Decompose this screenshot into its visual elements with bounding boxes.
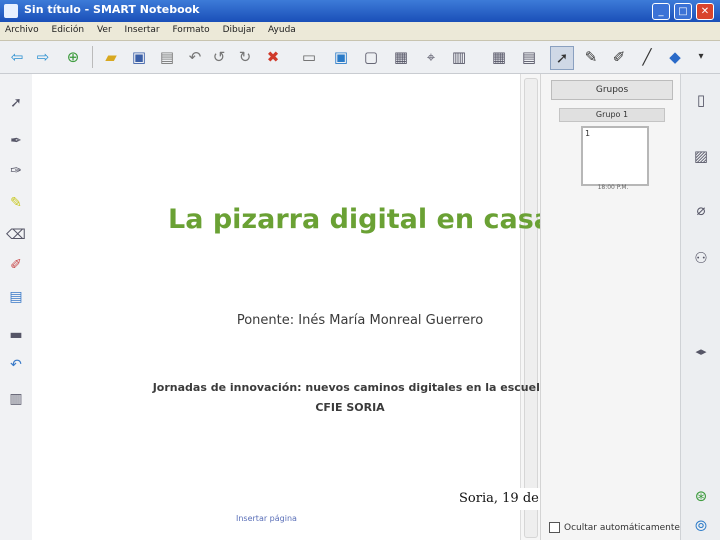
back-arrow-icon[interactable]: ⇦ bbox=[6, 46, 28, 68]
whiteboard-canvas[interactable] bbox=[32, 74, 520, 540]
pen-select-icon[interactable]: ➚ bbox=[550, 46, 574, 70]
scrollbar-thumb[interactable] bbox=[524, 78, 538, 538]
undo-tool-icon[interactable]: ↶ bbox=[5, 354, 27, 376]
monitor-icon[interactable]: ▢ bbox=[360, 46, 382, 68]
forward-arrow-icon[interactable]: ⇨ bbox=[32, 46, 54, 68]
toolbar-separator bbox=[92, 46, 93, 68]
side-tabs: ▯ ▨ ⌀ ⚇ ◂▸ ⊛ ⦾ bbox=[680, 74, 720, 540]
window-title: Sin título - SMART Notebook bbox=[24, 3, 200, 16]
event-line-1: Jornadas de innovación: nuevos caminos d… bbox=[152, 381, 548, 394]
menu-insertar[interactable]: Insertar bbox=[120, 22, 165, 38]
pen-tool-icon[interactable]: ✒ bbox=[5, 130, 27, 152]
menu-dibujar[interactable]: Dibujar bbox=[218, 22, 261, 38]
display-icon[interactable]: ▣ bbox=[330, 46, 352, 68]
app-icon bbox=[4, 4, 18, 18]
floating-tools-bar: ➚ ✒ ✑ ✎ ⌫ ✐ ▤ ▬ ↶ ▥ bbox=[0, 74, 33, 540]
eraser-icon[interactable]: ⌫ bbox=[5, 224, 27, 246]
paste-icon[interactable]: ▤ bbox=[156, 46, 178, 68]
autohide-checkbox[interactable] bbox=[549, 522, 560, 533]
page-sorter-panel: Grupos Grupo 1 1 18:00 P.M. Ocultar auto… bbox=[540, 74, 681, 540]
magic-pen-icon[interactable]: ✐ bbox=[5, 254, 27, 276]
menu-ayuda[interactable]: Ayuda bbox=[263, 22, 301, 38]
group-label[interactable]: Grupo 1 bbox=[559, 108, 665, 122]
close-button[interactable]: ✕ bbox=[696, 3, 714, 20]
event-info: Jornadas de innovación: nuevos caminos d… bbox=[80, 378, 620, 418]
fill-icon[interactable]: ◆ bbox=[664, 46, 686, 68]
menu-edicion[interactable]: Edición bbox=[47, 22, 90, 38]
presenter-line: Ponente: Inés María Monreal Guerrero bbox=[236, 313, 484, 328]
page-number: 1 bbox=[585, 129, 591, 138]
insert-page-link[interactable]: Insertar página bbox=[236, 514, 297, 523]
gallery-tab-icon[interactable]: ▨ bbox=[689, 144, 713, 168]
autohide-label: Ocultar automáticamente bbox=[564, 523, 680, 533]
toolbar-dropdown-icon[interactable]: ▾ bbox=[690, 46, 712, 68]
clipboard-icon[interactable]: ▤ bbox=[5, 286, 27, 308]
line-icon[interactable]: ╱ bbox=[636, 46, 658, 68]
window-titlebar: Sin título - SMART Notebook _ □ ✕ bbox=[0, 0, 720, 22]
panel-arrows-icon[interactable]: ◂▸ bbox=[689, 340, 713, 364]
highlighter-tool-icon[interactable]: ✎ bbox=[5, 192, 27, 214]
open-folder-icon[interactable]: ▰ bbox=[100, 46, 122, 68]
addons-tab-icon[interactable]: ⊛ bbox=[689, 484, 713, 508]
menu-bar: Archivo Edición Ver Insertar Formato Dib… bbox=[0, 22, 720, 41]
help-icon[interactable]: ⦾ bbox=[689, 514, 713, 538]
page-thumbnail[interactable]: 1 bbox=[581, 126, 649, 186]
tools-icon[interactable]: ▥ bbox=[448, 46, 470, 68]
add-page-icon[interactable]: ⊕ bbox=[62, 46, 84, 68]
capture-icon[interactable]: ⌖ bbox=[420, 46, 442, 68]
groups-button[interactable]: Grupos bbox=[551, 80, 673, 100]
attachments-tab-icon[interactable]: ⌀ bbox=[689, 198, 713, 222]
undo-alt-icon[interactable]: ↺ bbox=[208, 46, 230, 68]
pen-icon[interactable]: ✎ bbox=[580, 46, 602, 68]
vertical-scrollbar[interactable] bbox=[520, 74, 541, 540]
menu-archivo[interactable]: Archivo bbox=[0, 22, 44, 38]
grid-icon[interactable]: ▦ bbox=[488, 46, 510, 68]
properties-icon[interactable]: ▤ bbox=[518, 46, 540, 68]
menu-formato[interactable]: Formato bbox=[167, 22, 214, 38]
page-sorter-tab-icon[interactable]: ▯ bbox=[689, 88, 713, 112]
menu-ver[interactable]: Ver bbox=[92, 22, 117, 38]
undo-icon[interactable]: ↶ bbox=[184, 46, 206, 68]
table-icon[interactable]: ▦ bbox=[390, 46, 412, 68]
save-icon[interactable]: ▣ bbox=[128, 46, 150, 68]
main-toolbar: ⇦ ⇨ ⊕ ▰ ▣ ▤ ↶ ↺ ↻ ✖ ▭ ▣ ▢ ▦ ⌖ ▥ ▦ ▤ ➚ ✎ … bbox=[0, 41, 720, 74]
delete-icon[interactable]: ✖ bbox=[262, 46, 284, 68]
highlighter-icon[interactable]: ✐ bbox=[608, 46, 630, 68]
select-arrow-icon[interactable]: ➚ bbox=[5, 92, 27, 114]
properties-tab-icon[interactable]: ⚇ bbox=[689, 246, 713, 270]
event-line-2: CFIE SORIA bbox=[315, 401, 385, 414]
separator-icon: ▬ bbox=[9, 327, 23, 343]
redo-icon[interactable]: ↻ bbox=[234, 46, 256, 68]
creative-pen-icon[interactable]: ✑ bbox=[5, 160, 27, 182]
autohide-checkbox-row[interactable]: Ocultar automáticamente bbox=[549, 522, 680, 533]
screen-shade-icon[interactable]: ▭ bbox=[298, 46, 320, 68]
maximize-button[interactable]: □ bbox=[674, 3, 692, 20]
settings-tool-icon[interactable]: ▥ bbox=[5, 388, 27, 410]
minimize-button[interactable]: _ bbox=[652, 3, 670, 20]
thumbnail-caption: 18:00 P.M. bbox=[597, 184, 629, 191]
